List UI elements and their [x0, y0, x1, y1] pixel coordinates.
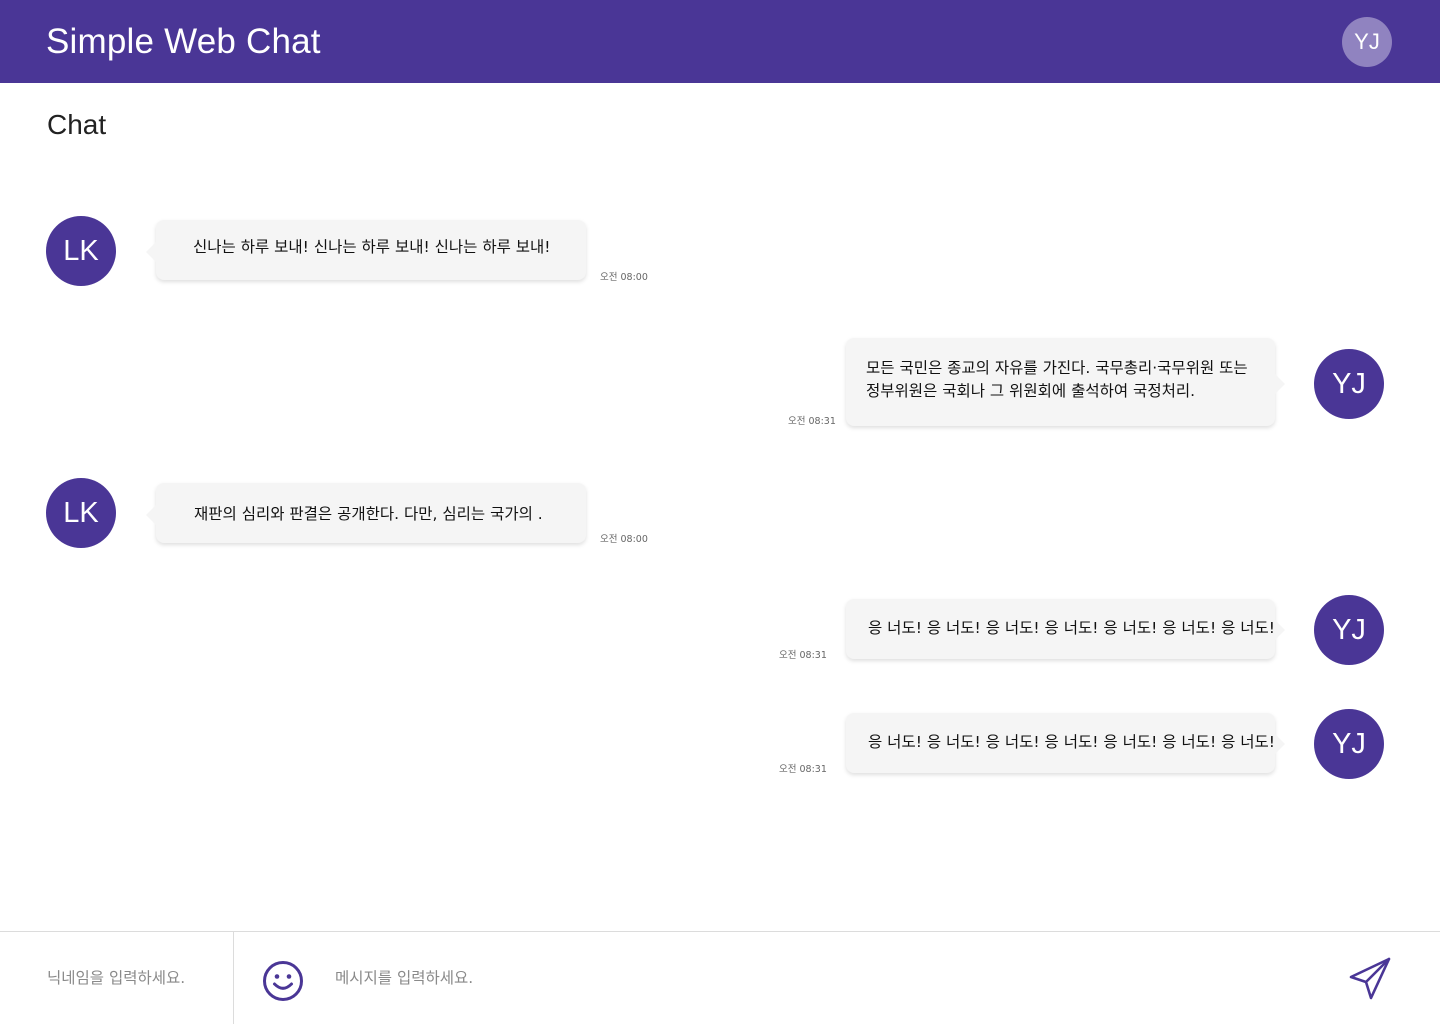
message-avatar: YJ	[1314, 595, 1384, 665]
message-text: 응 너도! 응 너도! 응 너도! 응 너도! 응 너도! 응 너도! 응 너도…	[868, 733, 1276, 751]
message-avatar: LK	[46, 216, 116, 286]
paper-plane-icon	[1349, 957, 1391, 1000]
bubble-tail	[1275, 374, 1285, 394]
send-button[interactable]	[1347, 956, 1393, 1002]
message-time: 오전 08:00	[600, 272, 648, 283]
bubble-tail	[146, 505, 156, 525]
message-avatar: YJ	[1314, 709, 1384, 779]
message-time: 오전 08:31	[779, 650, 827, 661]
smiley-icon	[263, 961, 303, 1001]
message-time: 오전 08:31	[779, 764, 827, 775]
message-composer	[0, 931, 1440, 1024]
message-text-line: 모든 국민은 종교의 자유를 가진다. 국무총리·국무위원 또는	[866, 359, 1248, 377]
message-avatar: YJ	[1314, 349, 1384, 419]
message-input[interactable]	[335, 932, 1315, 1024]
message-avatar: LK	[46, 478, 116, 548]
bubble-tail	[146, 242, 156, 262]
message-text: 신나는 하루 보내! 신나는 하루 보내! 신나는 하루 보내!	[193, 238, 551, 256]
page-title: Chat	[47, 109, 107, 140]
bubble-tail	[1275, 620, 1285, 640]
bubble-tail	[1275, 734, 1285, 754]
message-bubble: 모든 국민은 종교의 자유를 가진다. 국무총리·국무위원 또는 정부위원은 국…	[846, 338, 1285, 426]
message-text: 재판의 심리와 판결은 공개한다. 다만, 심리는 국가의 .	[194, 505, 543, 523]
message-bubble: 신나는 하루 보내! 신나는 하루 보내! 신나는 하루 보내!	[146, 220, 586, 280]
app-header: Simple Web Chat YJ	[0, 0, 1440, 83]
user-avatar[interactable]: YJ	[1342, 17, 1392, 67]
app-title: Simple Web Chat	[46, 22, 321, 61]
message-bubble: 재판의 심리와 판결은 공개한다. 다만, 심리는 국가의 .	[146, 483, 586, 543]
message-bubble: 응 너도! 응 너도! 응 너도! 응 너도! 응 너도! 응 너도! 응 너도…	[846, 599, 1285, 659]
emoji-button[interactable]	[262, 960, 304, 1002]
message-bubble: 응 너도! 응 너도! 응 너도! 응 너도! 응 너도! 응 너도! 응 너도…	[846, 713, 1285, 773]
message-text: 응 너도! 응 너도! 응 너도! 응 너도! 응 너도! 응 너도! 응 너도…	[868, 619, 1276, 637]
message-text-line: 정부위원은 국회나 그 위원회에 출석하여 국정처리.	[866, 382, 1196, 400]
message-time: 오전 08:00	[600, 534, 648, 545]
message-time: 오전 08:31	[788, 416, 836, 427]
nickname-input[interactable]	[0, 932, 234, 1024]
